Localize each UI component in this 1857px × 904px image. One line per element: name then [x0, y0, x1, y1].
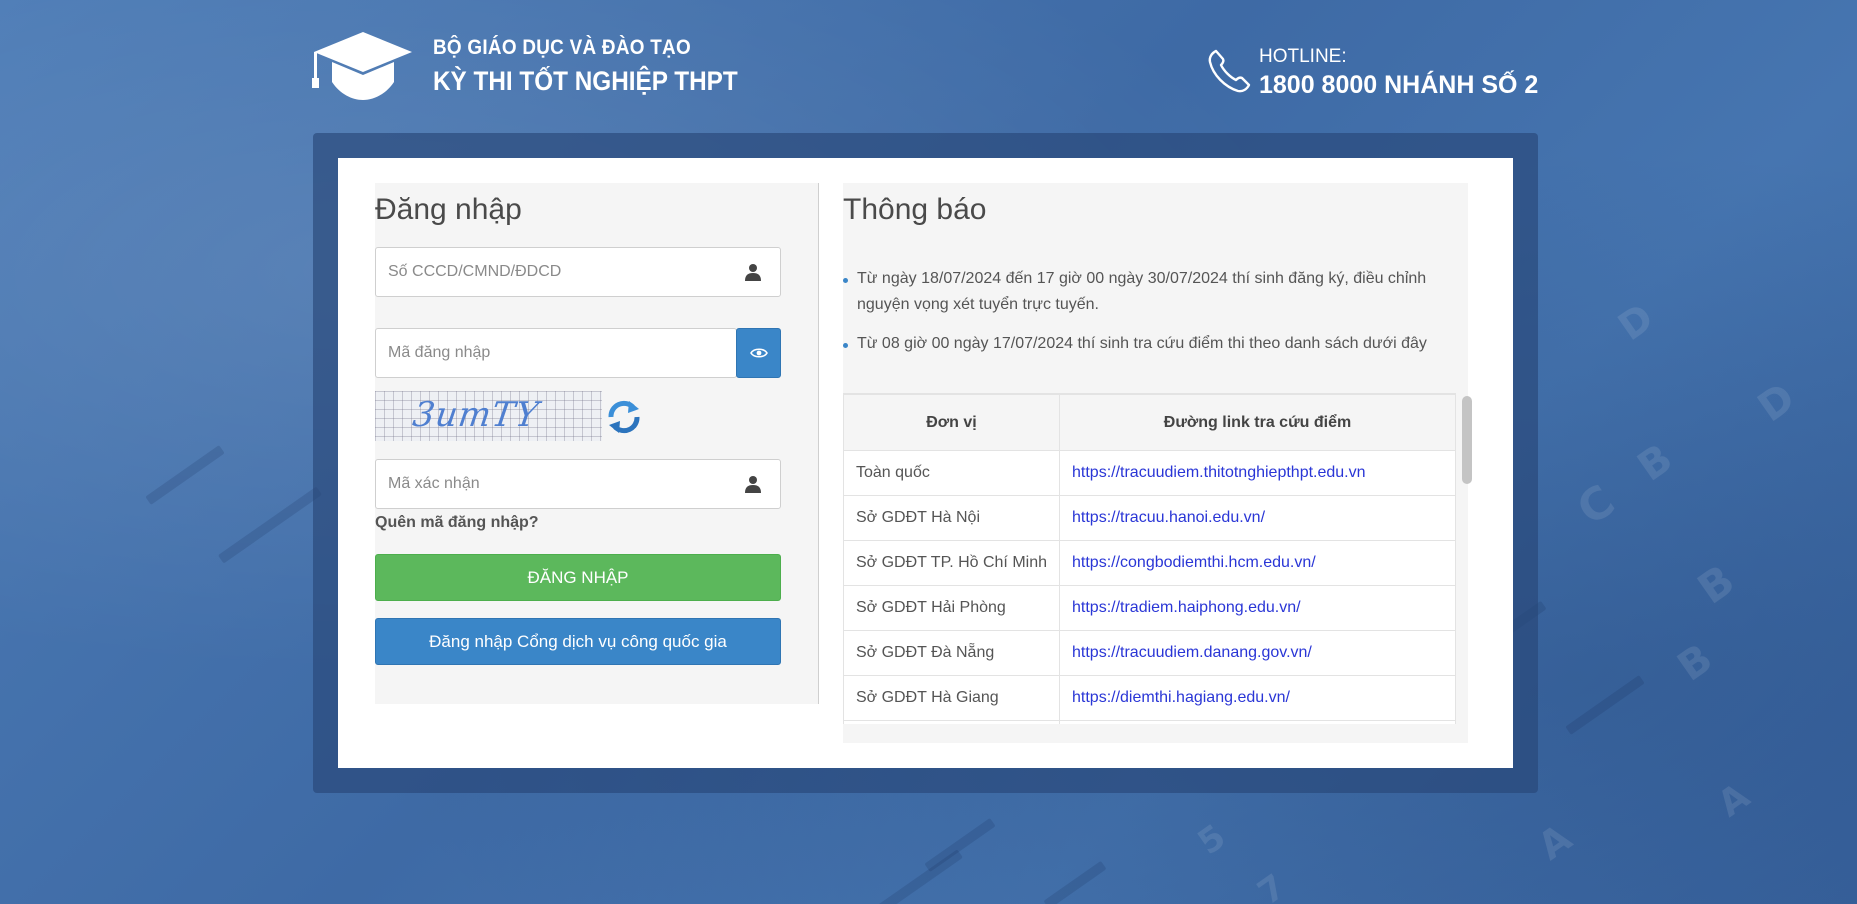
graduation-cap-icon: [312, 32, 412, 100]
background-stroke: [1565, 675, 1645, 735]
national-portal-login-button[interactable]: Đăng nhập Cổng dịch vụ công quốc gia: [375, 618, 781, 665]
score-lookup-table: Đơn vị Đường link tra cứu điểm Toàn quốc…: [843, 393, 1456, 724]
captcha-text: 3umTY: [410, 395, 542, 435]
background-stroke: [924, 817, 996, 873]
lookup-link[interactable]: https://tracuudiem.thitotnghiepthpt.edu.…: [1059, 450, 1456, 496]
table-row: Sở GDĐT Hà Giang https://diemthi.hagiang…: [843, 675, 1456, 721]
unit-cell: Sở GDĐT Hà Giang: [843, 675, 1060, 721]
show-password-button[interactable]: [736, 328, 781, 378]
notice-item: Từ 08 giờ 00 ngày 17/07/2024 thí sinh tr…: [843, 331, 1443, 357]
table-scrollbar[interactable]: [1462, 396, 1472, 484]
unit-cell: Sở GDĐT Đà Nẵng: [843, 630, 1060, 676]
captcha-image: 3umTY: [375, 391, 602, 441]
background-mark: 5: [1190, 816, 1234, 864]
background-stroke: [145, 445, 225, 505]
notice-title: Thông báo: [843, 193, 987, 226]
id-number-input[interactable]: [376, 248, 780, 296]
table-row: Sở GDĐT TP. Hồ Chí Minh https://congbodi…: [843, 540, 1456, 586]
column-header-unit: Đơn vị: [843, 394, 1060, 451]
notice-list: Từ ngày 18/07/2024 đến 17 giờ 00 ngày 30…: [843, 266, 1443, 370]
forgot-code-link[interactable]: Quên mã đăng nhập?: [375, 514, 539, 532]
unit-cell: Toàn quốc: [843, 450, 1060, 496]
lookup-link[interactable]: https://diemthi.hagiang.edu.vn/: [1059, 675, 1456, 721]
captcha-field[interactable]: [375, 459, 781, 509]
unit-cell: Sở GDĐT Hà Nội: [843, 495, 1060, 541]
lookup-link[interactable]: https://tracuu.hanoi.edu.vn/: [1059, 495, 1456, 541]
background-mark: B: [1629, 435, 1681, 491]
table-row: Toàn quốc https://tracuudiem.thitotnghie…: [843, 450, 1456, 496]
login-title: Đăng nhập: [375, 193, 522, 226]
login-button[interactable]: ĐĂNG NHẬP: [375, 554, 781, 601]
table-row: [843, 720, 1456, 724]
background-mark: 7: [1250, 866, 1294, 904]
eye-icon: [749, 348, 768, 358]
background-mark: A: [1710, 775, 1758, 826]
background-mark: A: [1530, 815, 1580, 869]
user-icon: [745, 476, 761, 493]
background-stroke: [1043, 860, 1107, 904]
hotline-label: HOTLINE:: [1259, 46, 1347, 67]
hotline: HOTLINE: 1800 8000 NHÁNH SỐ 2: [1259, 46, 1538, 100]
login-code-field[interactable]: [375, 328, 737, 378]
brand: BỘ GIÁO DỤC VÀ ĐÀO TẠO KỲ THI TỐT NGHIỆP…: [433, 36, 772, 97]
background-stroke: [217, 486, 323, 564]
lookup-link[interactable]: https://tracuudiem.danang.gov.vn/: [1059, 630, 1456, 676]
org-name: BỘ GIÁO DỤC VÀ ĐÀO TẠO: [433, 36, 691, 59]
column-header-link: Đường link tra cứu điểm: [1059, 394, 1456, 451]
background-mark: D: [1749, 374, 1804, 432]
captcha-input[interactable]: [376, 460, 780, 508]
exam-name: KỲ THI TỐT NGHIỆP THPT: [433, 66, 738, 96]
background-mark: B: [1688, 555, 1744, 614]
phone-icon: [1208, 49, 1251, 93]
background-mark: D: [1610, 294, 1662, 350]
hotline-number: 1800 8000 NHÁNH SỐ 2: [1259, 71, 1539, 99]
table-row: Sở GDĐT Hà Nội https://tracuu.hanoi.edu.…: [843, 495, 1456, 541]
notice-item: Từ ngày 18/07/2024 đến 17 giờ 00 ngày 30…: [843, 266, 1443, 318]
column-divider: [818, 183, 819, 704]
user-icon: [745, 264, 761, 281]
lookup-link[interactable]: https://tradiem.haiphong.edu.vn/: [1059, 585, 1456, 631]
refresh-captcha-icon[interactable]: [605, 399, 643, 435]
background-mark: B: [1669, 635, 1721, 691]
lookup-link[interactable]: https://congbodiemthi.hcm.edu.vn/: [1059, 540, 1456, 586]
unit-cell: Sở GDĐT TP. Hồ Chí Minh: [843, 540, 1060, 586]
id-number-field[interactable]: [375, 247, 781, 297]
table-row: Sở GDĐT Đà Nẵng https://tracuudiem.danan…: [843, 630, 1456, 676]
table-row: Sở GDĐT Hải Phòng https://tradiem.haipho…: [843, 585, 1456, 631]
background-mark: C: [1568, 475, 1625, 536]
login-code-input[interactable]: [376, 329, 736, 377]
unit-cell: Sở GDĐT Hải Phòng: [843, 585, 1060, 631]
